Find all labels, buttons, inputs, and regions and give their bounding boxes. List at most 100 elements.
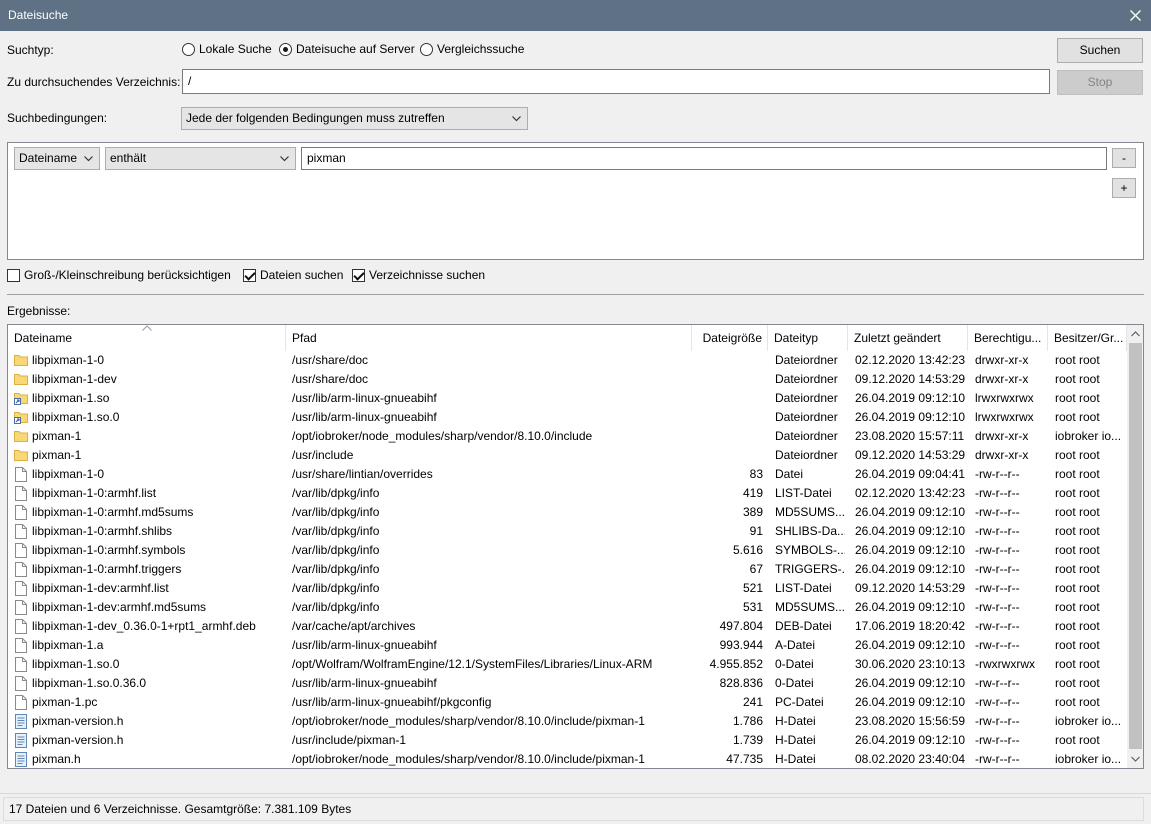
column-header-size[interactable]: Dateigröße bbox=[692, 325, 768, 351]
cell-owner: root root bbox=[1055, 600, 1100, 614]
table-row[interactable]: libpixman-1.so.0/usr/lib/arm-linux-gnuea… bbox=[8, 408, 1127, 427]
cell-name: pixman-version.h bbox=[32, 714, 124, 728]
table-row[interactable]: libpixman-1-dev:armhf.list/var/lib/dpkg/… bbox=[8, 579, 1127, 598]
stop-button[interactable]: Stop bbox=[1057, 70, 1143, 95]
cell-path: /var/lib/dpkg/info bbox=[292, 505, 380, 519]
file-icon bbox=[14, 657, 28, 675]
table-row[interactable]: libpixman-1-dev_0.36.0-1+rpt1_armhf.deb /… bbox=[8, 617, 1127, 636]
scroll-down-icon[interactable] bbox=[1131, 756, 1140, 762]
table-row[interactable]: libpixman-1.so.0.36.0/usr/lib/arm-linux-… bbox=[8, 674, 1127, 693]
table-row[interactable]: libpixman-1.so/usr/lib/arm-linux-gnueabi… bbox=[8, 389, 1127, 408]
radio-compare-search[interactable]: Vergleichssuche bbox=[420, 42, 524, 56]
cell-path: /usr/lib/arm-linux-gnueabihf bbox=[292, 638, 437, 652]
table-row[interactable]: pixman-version.h/opt/iobroker/node_modul… bbox=[8, 712, 1127, 731]
cell-owner: iobroker io... bbox=[1055, 429, 1122, 443]
cell-path: /usr/share/lintian/overrides bbox=[292, 467, 433, 481]
search-dirs-box[interactable] bbox=[352, 268, 365, 282]
column-header-permissions[interactable]: Berechtigu... bbox=[968, 325, 1048, 351]
table-row[interactable]: pixman-1/opt/iobroker/node_modules/sharp… bbox=[8, 427, 1127, 446]
cell-size: 83 bbox=[749, 467, 763, 481]
close-button[interactable] bbox=[1120, 0, 1151, 31]
cell-owner: root root bbox=[1055, 467, 1100, 481]
radio-compare-search-indicator[interactable] bbox=[420, 42, 433, 56]
file-icon bbox=[14, 638, 28, 656]
table-row[interactable]: pixman-version.h/usr/include/pixman-1 1.7… bbox=[8, 731, 1127, 750]
table-row[interactable]: libpixman-1.so.0/opt/Wolfram/WolframEngi… bbox=[8, 655, 1127, 674]
radio-server-search-indicator[interactable] bbox=[279, 42, 292, 56]
table-row[interactable]: pixman-1.pc/usr/lib/arm-linux-gnueabihf/… bbox=[8, 693, 1127, 712]
cell-type: 0-Datei bbox=[775, 657, 814, 671]
radio-local-search[interactable]: Lokale Suche bbox=[182, 42, 272, 56]
condition-operator-select[interactable]: enthält bbox=[105, 147, 296, 170]
table-row[interactable]: pixman-1/usr/include Dateiordner 09.12.202… bbox=[8, 446, 1127, 465]
scroll-up-icon[interactable] bbox=[1131, 331, 1140, 337]
horizontal-scrollbar[interactable] bbox=[8, 768, 1144, 769]
search-dirs-label: Verzeichnisse suchen bbox=[369, 268, 486, 282]
cell-size bbox=[692, 370, 763, 389]
cell-owner: root root bbox=[1055, 410, 1100, 424]
conditions-mode-select[interactable]: Jede der folgenden Bedingungen muss zutr… bbox=[181, 107, 528, 130]
cell-owner: root root bbox=[1055, 524, 1100, 538]
cell-name: libpixman-1.so bbox=[32, 391, 110, 405]
cell-path: /opt/iobroker/node_modules/sharp/vendor/… bbox=[292, 752, 645, 766]
cell-modified: 30.06.2020 23:10:13 bbox=[855, 657, 965, 671]
scrollbar-thumb[interactable] bbox=[1129, 343, 1142, 749]
table-row[interactable]: libpixman-1-0:armhf.shlibs/var/lib/dpkg/… bbox=[8, 522, 1127, 541]
directory-input[interactable]: / bbox=[182, 69, 1050, 94]
file-icon bbox=[14, 486, 28, 504]
column-header-type[interactable]: Dateityp bbox=[768, 325, 848, 351]
cell-modified: 26.04.2019 09:12:10 bbox=[855, 733, 965, 747]
table-row[interactable]: libpixman-1-0:armhf.md5sums/var/lib/dpkg… bbox=[8, 503, 1127, 522]
cell-permissions: -rw-r--r-- bbox=[975, 543, 1020, 557]
remove-condition-button[interactable]: - bbox=[1112, 148, 1136, 168]
status-text: 17 Dateien und 6 Verzeichnisse. Gesamtgr… bbox=[3, 797, 1144, 821]
table-row[interactable]: libpixman-1-0:armhf.list/var/lib/dpkg/in… bbox=[8, 484, 1127, 503]
table-row[interactable]: libpixman-1.a/usr/lib/arm-linux-gnueabih… bbox=[8, 636, 1127, 655]
cell-modified: 23.08.2020 15:56:59 bbox=[855, 714, 965, 728]
cell-modified: 26.04.2019 09:12:10 bbox=[855, 391, 965, 405]
search-button[interactable]: Suchen bbox=[1057, 38, 1143, 63]
results-list[interactable]: Dateiname Pfad Dateigröße Dateityp Zulet… bbox=[7, 324, 1144, 769]
radio-server-search[interactable]: Dateisuche auf Server bbox=[279, 42, 415, 56]
window-title: Dateisuche bbox=[8, 8, 69, 22]
directory-label: Zu durchsuchendes Verzeichnis: bbox=[7, 75, 181, 89]
condition-value-input[interactable]: pixman bbox=[301, 147, 1107, 170]
cell-type: H-Datei bbox=[775, 752, 816, 766]
cell-name: libpixman-1-0:armhf.md5sums bbox=[32, 505, 194, 519]
table-row[interactable]: libpixman-1-0:armhf.symbols/var/lib/dpkg… bbox=[8, 541, 1127, 560]
column-header-path[interactable]: Pfad bbox=[286, 325, 692, 351]
file-icon bbox=[14, 676, 28, 694]
radio-local-search-indicator[interactable] bbox=[182, 42, 195, 56]
table-row[interactable]: libpixman-1-dev/usr/share/doc Dateiordner… bbox=[8, 370, 1127, 389]
condition-field-select[interactable]: Dateiname bbox=[14, 147, 100, 170]
search-files-checkbox[interactable]: Dateien suchen bbox=[243, 268, 343, 282]
case-sensitive-box[interactable] bbox=[7, 268, 20, 282]
cell-path: /var/lib/dpkg/info bbox=[292, 581, 380, 595]
table-row[interactable]: pixman.h/opt/iobroker/node_modules/sharp… bbox=[8, 750, 1127, 768]
cell-modified: 23.08.2020 15:57:11 bbox=[855, 429, 965, 443]
cell-name: pixman-1.pc bbox=[32, 695, 98, 709]
column-header-owner[interactable]: Besitzer/Gr... bbox=[1048, 325, 1127, 351]
cell-modified: 26.04.2019 09:12:10 bbox=[855, 505, 965, 519]
cell-permissions: drwxr-xr-x bbox=[975, 429, 1029, 443]
cell-permissions: -rw-r--r-- bbox=[975, 562, 1020, 576]
search-files-box[interactable] bbox=[243, 268, 256, 282]
case-sensitive-checkbox[interactable]: Groß-/Kleinschreibung berücksichtigen bbox=[7, 268, 231, 282]
file-icon bbox=[14, 505, 28, 523]
add-condition-button[interactable]: + bbox=[1112, 178, 1136, 198]
cell-path: /usr/lib/arm-linux-gnueabihf bbox=[292, 410, 437, 424]
conditions-label: Suchbedingungen: bbox=[7, 111, 108, 125]
column-header-modified[interactable]: Zuletzt geändert bbox=[848, 325, 968, 351]
cell-modified: 26.04.2019 09:12:10 bbox=[855, 543, 965, 557]
cell-permissions: -rw-r--r-- bbox=[975, 619, 1020, 633]
cell-name: libpixman-1-dev_0.36.0-1+rpt1_armhf.deb bbox=[32, 619, 256, 633]
cell-permissions: -rw-r--r-- bbox=[975, 600, 1020, 614]
cell-type: SYMBOLS-... bbox=[775, 543, 845, 557]
table-row[interactable]: libpixman-1-0/usr/share/lintian/override… bbox=[8, 465, 1127, 484]
table-row[interactable]: libpixman-1-0/usr/share/doc Dateiordner 02… bbox=[8, 351, 1127, 370]
cell-path: /var/cache/apt/archives bbox=[292, 619, 416, 633]
table-row[interactable]: libpixman-1-dev:armhf.md5sums/var/lib/dp… bbox=[8, 598, 1127, 617]
table-row[interactable]: libpixman-1-0:armhf.triggers/var/lib/dpk… bbox=[8, 560, 1127, 579]
search-dirs-checkbox[interactable]: Verzeichnisse suchen bbox=[352, 268, 485, 282]
vertical-scrollbar[interactable] bbox=[1127, 325, 1143, 768]
